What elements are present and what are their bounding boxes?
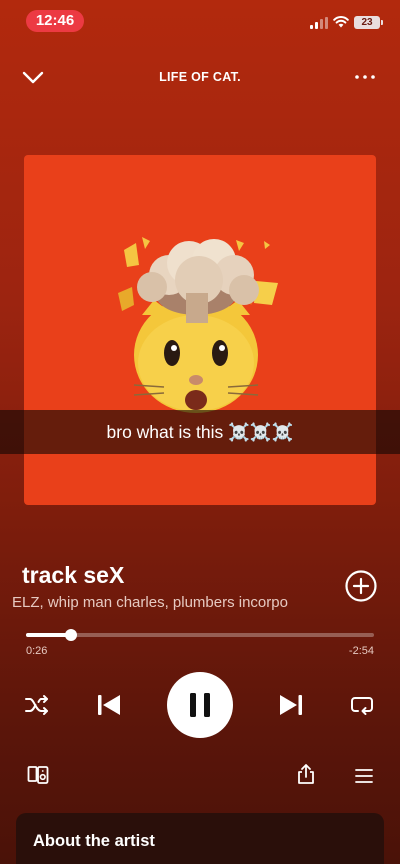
status-time[interactable]: 12:46 bbox=[26, 10, 84, 32]
about-artist-title: About the artist bbox=[33, 832, 155, 850]
pause-icon bbox=[190, 693, 210, 717]
more-horizontal-icon[interactable] bbox=[350, 64, 380, 90]
cellular-signal-icon bbox=[310, 17, 328, 29]
time-remaining: -2:54 bbox=[348, 645, 374, 657]
track-artists[interactable]: ELZ, whip man charles, plumbers incorpo bbox=[12, 594, 327, 614]
status-bar: 12:46 23 bbox=[0, 0, 400, 44]
caption-text: bro what is this ☠️☠️☠️ bbox=[106, 422, 294, 442]
skip-next-icon[interactable] bbox=[276, 690, 306, 720]
battery-indicator: 23 bbox=[354, 16, 383, 29]
connect-device-icon[interactable] bbox=[27, 764, 49, 786]
share-icon[interactable] bbox=[295, 763, 317, 785]
progress-bar[interactable] bbox=[26, 629, 374, 641]
track-title[interactable]: track seX bbox=[22, 562, 124, 589]
time-elapsed: 0:26 bbox=[26, 645, 48, 657]
chevron-down-icon[interactable] bbox=[20, 64, 46, 90]
about-artist-card[interactable]: About the artist bbox=[16, 813, 384, 864]
shuffle-icon[interactable] bbox=[24, 692, 50, 718]
wifi-icon bbox=[333, 15, 349, 28]
add-circle-icon[interactable] bbox=[344, 569, 378, 603]
queue-icon[interactable] bbox=[353, 765, 375, 787]
repeat-icon[interactable] bbox=[349, 692, 375, 718]
skip-previous-icon[interactable] bbox=[94, 690, 124, 720]
context-title: LIFE OF CAT. bbox=[159, 70, 241, 84]
progress-handle[interactable] bbox=[65, 629, 78, 641]
pause-button[interactable] bbox=[167, 672, 233, 738]
